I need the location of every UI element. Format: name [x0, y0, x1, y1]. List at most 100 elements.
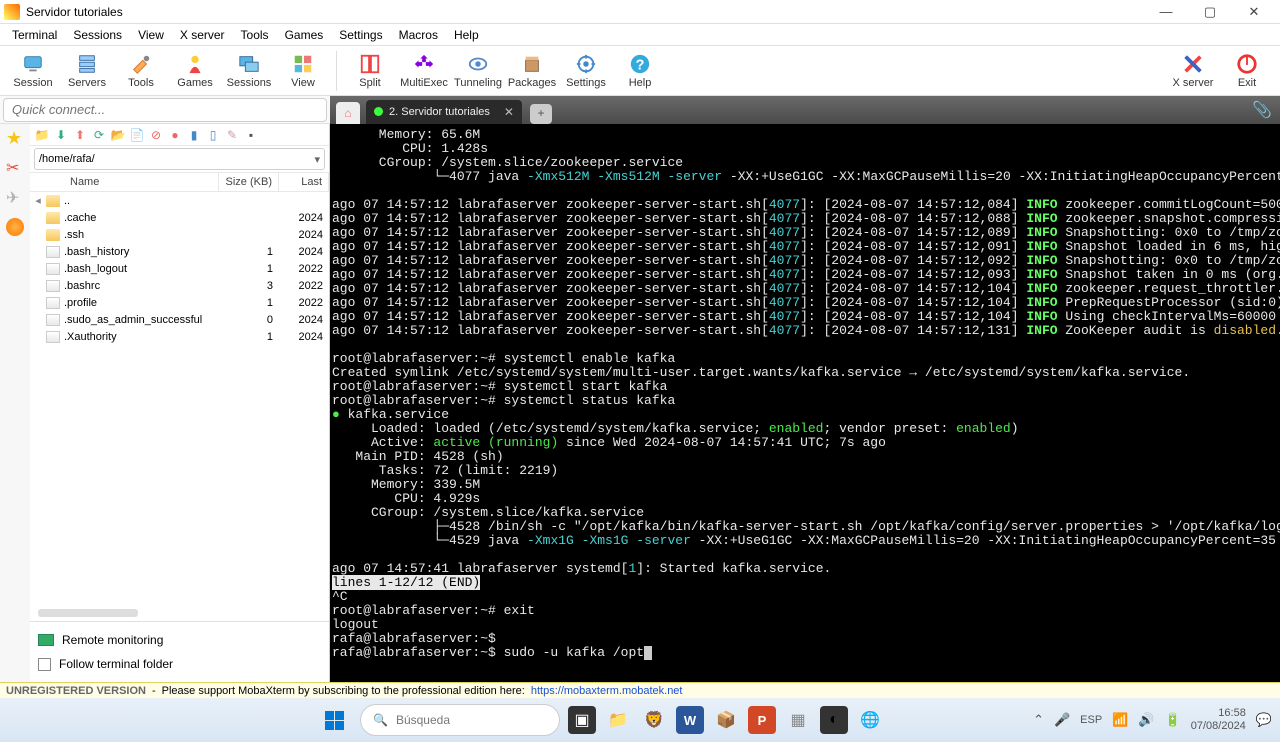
follow-checkbox[interactable]: [38, 658, 51, 671]
col-name[interactable]: Name: [46, 173, 219, 191]
task-ppt[interactable]: P: [748, 706, 776, 734]
quick-connect-input[interactable]: [3, 98, 327, 122]
menu-tools[interactable]: Tools: [233, 26, 277, 44]
edit-icon[interactable]: ▮: [186, 127, 202, 143]
tray-mic-icon[interactable]: 🎤: [1054, 712, 1070, 728]
status-link[interactable]: https://mobaxterm.mobatek.net: [531, 685, 683, 697]
tool-sessions-list[interactable]: Sessions: [222, 53, 276, 89]
file-row[interactable]: .bashrc32022: [30, 277, 329, 294]
task-brave[interactable]: 🦁: [640, 706, 668, 734]
task-explorer[interactable]: ▣: [568, 706, 596, 734]
file-row[interactable]: .ssh2024: [30, 226, 329, 243]
tool-tunneling[interactable]: Tunneling: [451, 53, 505, 89]
menu-sessions[interactable]: Sessions: [65, 26, 130, 44]
task-app1[interactable]: ▦: [784, 706, 812, 734]
menu-help[interactable]: Help: [446, 26, 487, 44]
toolbar-separator: [336, 51, 337, 91]
file-row[interactable]: .bash_history12024: [30, 243, 329, 260]
file-icon: [46, 297, 60, 309]
start-button[interactable]: [316, 702, 352, 738]
taskbar-search[interactable]: 🔍Búsqueda: [360, 704, 560, 736]
tray-chevron-icon[interactable]: ⌃: [1033, 712, 1044, 728]
close-button[interactable]: ✕: [1232, 0, 1276, 24]
tool-tools[interactable]: Tools: [114, 53, 168, 89]
tool-servers[interactable]: Servers: [60, 53, 114, 89]
main-area: ★ ✂ ✈ 📁 ⬇ ⬆ ⟳ 📂 📄 ⊘ ● ▮ ▯ ✎ ▪ /home/rafa…: [0, 124, 1280, 682]
menu-xserver[interactable]: X server: [172, 26, 233, 44]
monitor-icon: [38, 634, 54, 646]
tools-icon[interactable]: ✂: [6, 158, 24, 176]
session-tab[interactable]: 2. Servidor tutoriales ✕: [366, 100, 522, 124]
minimize-button[interactable]: —: [1144, 0, 1188, 24]
add-tab-button[interactable]: +: [530, 104, 552, 124]
col-size[interactable]: Size (KB): [219, 173, 279, 191]
path-input[interactable]: /home/rafa/▾: [34, 148, 325, 170]
delete-icon[interactable]: ⊘: [148, 127, 164, 143]
tool-split[interactable]: Split: [343, 53, 397, 89]
newfile-icon[interactable]: 📄: [129, 127, 145, 143]
tray-notifications-icon[interactable]: 💬: [1256, 712, 1272, 728]
file-row[interactable]: .sudo_as_admin_successful02024: [30, 311, 329, 328]
properties-icon[interactable]: ●: [167, 127, 183, 143]
svg-text:?: ?: [636, 57, 645, 73]
home-tab[interactable]: ⌂: [336, 102, 360, 124]
task-vbox[interactable]: 📦: [712, 706, 740, 734]
folder-icon: [46, 195, 60, 207]
task-edge[interactable]: 🌐: [856, 706, 884, 734]
file-list[interactable]: ◂...cache2024.ssh2024.bash_history12024.…: [30, 192, 329, 399]
task-files[interactable]: 📁: [604, 706, 632, 734]
file-row[interactable]: .profile12022: [30, 294, 329, 311]
maximize-button[interactable]: ▢: [1188, 0, 1232, 24]
task-word[interactable]: W: [676, 706, 704, 734]
pin-icon[interactable]: 📎: [1252, 100, 1272, 120]
tool-xserver[interactable]: X server: [1166, 53, 1220, 89]
menu-games[interactable]: Games: [277, 26, 332, 44]
tool-settings[interactable]: Settings: [559, 53, 613, 89]
file-row[interactable]: .bash_logout12022: [30, 260, 329, 277]
tool-multiexec[interactable]: MultiExec: [397, 53, 451, 89]
tray-wifi-icon[interactable]: 📶: [1112, 712, 1128, 728]
tool-games[interactable]: Games: [168, 53, 222, 89]
tool-help[interactable]: ?Help: [613, 53, 667, 89]
find-icon[interactable]: ▯: [205, 127, 221, 143]
newfolder-icon[interactable]: 📂: [110, 127, 126, 143]
refresh-icon[interactable]: ⟳: [91, 127, 107, 143]
quick-connect-row: ⌂ 2. Servidor tutoriales ✕ + 📎: [0, 96, 1280, 124]
download-icon[interactable]: ⬇: [53, 127, 69, 143]
tool-session[interactable]: Session: [6, 53, 60, 89]
tray-lang-icon[interactable]: ESP: [1080, 714, 1102, 726]
tool-view[interactable]: View: [276, 53, 330, 89]
favorites-icon[interactable]: ★: [6, 128, 24, 146]
folder-icon[interactable]: 📁: [34, 127, 50, 143]
tab-close-icon[interactable]: ✕: [504, 105, 514, 119]
terminal-icon[interactable]: ▪: [243, 127, 259, 143]
file-row[interactable]: ◂..: [30, 192, 329, 209]
file-row[interactable]: .Xauthority12024: [30, 328, 329, 345]
menubar: Terminal Sessions View X server Tools Ga…: [0, 24, 1280, 46]
horizontal-scrollbar[interactable]: [38, 609, 138, 617]
tray-clock[interactable]: 16:5807/08/2024: [1191, 707, 1246, 733]
upload-icon[interactable]: ⬆: [72, 127, 88, 143]
file-icon: [46, 263, 60, 275]
task-mobaxterm[interactable]: ◐: [820, 706, 848, 734]
file-row[interactable]: .cache2024: [30, 209, 329, 226]
tool-exit[interactable]: Exit: [1220, 53, 1274, 89]
menu-settings[interactable]: Settings: [331, 26, 390, 44]
menu-terminal[interactable]: Terminal: [4, 26, 65, 44]
link-icon[interactable]: ✎: [224, 127, 240, 143]
tray-battery-icon[interactable]: 🔋: [1165, 712, 1181, 728]
home-icon: ⌂: [344, 106, 351, 120]
macros-icon[interactable]: [6, 218, 24, 236]
tray-volume-icon[interactable]: 🔊: [1138, 712, 1154, 728]
sftp-icon[interactable]: ✈: [6, 188, 24, 206]
col-last[interactable]: Last: [279, 173, 329, 191]
file-icon: [46, 280, 60, 292]
status-dot-icon: [374, 107, 383, 116]
terminal[interactable]: Memory: 65.6M CPU: 1.428s CGroup: /syste…: [330, 124, 1280, 682]
menu-macros[interactable]: Macros: [391, 26, 446, 44]
menu-view[interactable]: View: [130, 26, 172, 44]
app-icon: [4, 4, 20, 20]
dropdown-icon[interactable]: ▾: [314, 153, 320, 166]
remote-monitoring-label[interactable]: Remote monitoring: [62, 633, 163, 647]
tool-packages[interactable]: Packages: [505, 53, 559, 89]
